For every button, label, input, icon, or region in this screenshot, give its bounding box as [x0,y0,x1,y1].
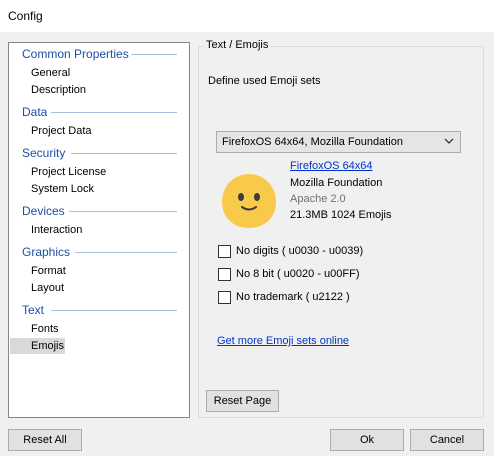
no-trademark-label: No trademark ( u2122 ) [236,291,350,303]
emoji-set-dropdown[interactable]: FirefoxOS 64x64, Mozilla Foundation [216,131,461,153]
nav-item-emojis[interactable]: Emojis [10,338,65,354]
smiley-emoji-icon [218,170,280,235]
nav-group-text: Text [22,303,45,317]
no-8bit-checkbox[interactable] [218,268,231,281]
cancel-button[interactable]: Cancel [410,429,484,451]
divider [75,252,177,253]
divider [69,211,177,212]
ok-button[interactable]: Ok [330,429,404,451]
reset-page-button[interactable]: Reset Page [206,390,279,412]
nav-group-devices: Devices [22,204,65,218]
no-trademark-checkbox[interactable] [218,291,231,304]
nav-group-security: Security [22,146,66,160]
nav-item-system-lock[interactable]: System Lock [31,181,94,197]
window-title: Config [8,9,43,23]
emoji-set-vendor: Mozilla Foundation [290,177,383,189]
divider [131,54,177,55]
emoji-set-name-link[interactable]: FirefoxOS 64x64 [290,160,373,172]
divider [51,112,177,113]
nav-group-graphics: Graphics [22,245,71,259]
nav-item-project-data[interactable]: Project Data [31,123,92,139]
nav-item-interaction[interactable]: Interaction [31,222,82,238]
nav-tree[interactable]: Common Properties General Description Da… [8,42,190,418]
get-more-emoji-sets-link[interactable]: Get more Emoji sets online [217,335,349,347]
reset-all-button[interactable]: Reset All [8,429,82,451]
no-digits-checkbox[interactable] [218,245,231,258]
title-bar: Config [0,0,494,32]
nav-group-common-properties: Common Properties [22,47,129,61]
nav-item-format[interactable]: Format [31,263,66,279]
no-digits-label: No digits ( u0030 - u0039) [236,245,364,257]
no-8bit-label: No 8 bit ( u0020 - u00FF) [236,268,360,280]
nav-item-project-license[interactable]: Project License [31,164,106,180]
divider [71,153,177,154]
nav-group-data: Data [22,105,48,119]
dropdown-value: FirefoxOS 64x64, Mozilla Foundation [222,136,403,148]
chevron-down-icon [444,136,454,151]
nav-item-general[interactable]: General [31,65,70,81]
define-emoji-sets-label: Define used Emoji sets [208,75,321,87]
nav-item-description[interactable]: Description [31,82,86,98]
group-title: Text / Emojis [204,39,271,51]
emoji-set-license: Apache 2.0 [290,193,346,205]
nav-item-layout[interactable]: Layout [31,280,64,296]
nav-item-fonts[interactable]: Fonts [31,321,59,337]
divider [51,310,177,311]
emoji-set-size-count: 21.3MB 1024 Emojis [290,209,392,221]
